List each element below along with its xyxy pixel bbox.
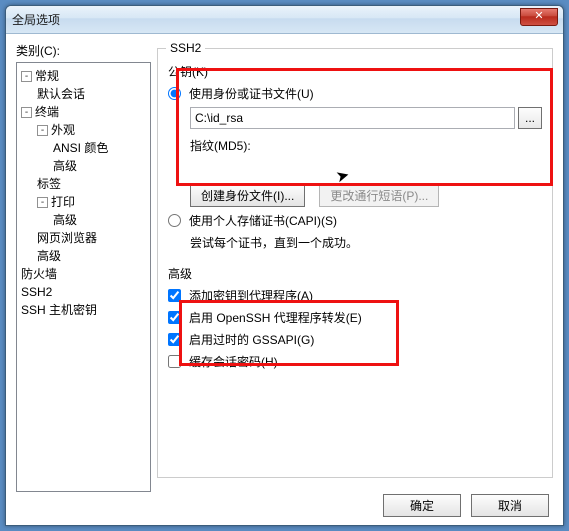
add-to-agent-label: 添加密钥到代理程序(A) xyxy=(189,287,313,304)
enable-openssh-agent-checkbox[interactable] xyxy=(168,311,181,324)
ok-button[interactable]: 确定 xyxy=(383,494,461,517)
tree-item-advanced-printing[interactable]: 高级 xyxy=(53,213,77,227)
use-capi-label: 使用个人存储证书(CAPI)(S) xyxy=(189,212,337,229)
expand-icon[interactable]: - xyxy=(21,71,32,82)
category-tree[interactable]: -常规 默认会话 -终端 -外观 ANSI 颜色 高级 标签 xyxy=(16,62,151,492)
try-all-label: 尝试每个证书，直到一个成功。 xyxy=(190,234,358,251)
tree-item-firewall[interactable]: 防火墙 xyxy=(21,267,57,281)
category-label: 类别(C): xyxy=(16,42,151,59)
expand-icon[interactable]: - xyxy=(37,125,48,136)
cache-password-checkbox[interactable] xyxy=(168,355,181,368)
tree-item-ssh2[interactable]: SSH2 xyxy=(21,285,52,299)
identity-path-input[interactable] xyxy=(190,107,515,129)
tree-item-advanced-term[interactable]: 高级 xyxy=(37,249,61,263)
close-button[interactable]: ✕ xyxy=(520,8,558,26)
create-identity-button[interactable]: 创建身份文件(I)... xyxy=(190,184,305,207)
use-identity-label: 使用身份或证书文件(U) xyxy=(189,85,314,102)
fingerprint-label: 指纹(MD5): xyxy=(190,137,251,154)
use-capi-radio[interactable] xyxy=(168,214,181,227)
enable-openssh-agent-label: 启用 OpenSSH 代理程序转发(E) xyxy=(189,309,362,326)
browse-button[interactable]: ... xyxy=(518,107,542,129)
tree-item-browser[interactable]: 网页浏览器 xyxy=(37,231,97,245)
pubkey-label: 公钥(K) xyxy=(168,63,542,80)
tree-item-tabs[interactable]: 标签 xyxy=(37,177,61,191)
expand-icon[interactable]: - xyxy=(21,107,32,118)
cancel-button[interactable]: 取消 xyxy=(471,494,549,517)
enable-gssapi-label: 启用过时的 GSSAPI(G) xyxy=(189,331,314,348)
tree-item-advanced-appearance[interactable]: 高级 xyxy=(53,159,77,173)
titlebar: 全局选项 ✕ xyxy=(6,6,563,34)
expand-icon[interactable]: - xyxy=(37,197,48,208)
use-identity-radio[interactable] xyxy=(168,87,181,100)
tree-item-default-session[interactable]: 默认会话 xyxy=(37,87,85,101)
tree-item-appearance[interactable]: 外观 xyxy=(51,123,75,137)
advanced-label: 高级 xyxy=(168,265,542,282)
cache-password-label: 缓存会话密码(H) xyxy=(189,353,278,370)
tree-item-printing[interactable]: 打印 xyxy=(51,195,75,209)
change-passphrase-button[interactable]: 更改通行短语(P)... xyxy=(319,184,439,207)
window-title: 全局选项 xyxy=(12,11,60,28)
tree-item-ssh-host-keys[interactable]: SSH 主机密钥 xyxy=(21,303,97,317)
add-to-agent-checkbox[interactable] xyxy=(168,289,181,302)
enable-gssapi-checkbox[interactable] xyxy=(168,333,181,346)
tree-item-ansi-color[interactable]: ANSI 颜色 xyxy=(53,141,108,155)
tree-item-terminal[interactable]: 终端 xyxy=(35,105,59,119)
tree-item-general[interactable]: 常规 xyxy=(35,69,59,83)
panel-title: SSH2 xyxy=(166,41,205,55)
